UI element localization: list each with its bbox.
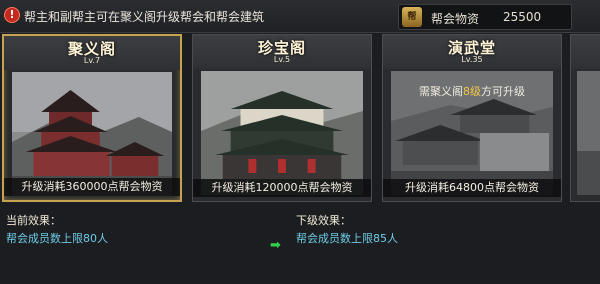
building-level: Lv.5	[273, 55, 291, 64]
next-effect-title: 下级效果：	[296, 214, 351, 227]
upgrade-cost: 升级消耗64800点帮会物资	[383, 179, 561, 197]
current-effect-text: 帮会成员数上限80人	[6, 232, 108, 245]
arrow-right-icon: ➡	[270, 238, 281, 253]
building-image: 需聚义阁8级方可升级	[391, 71, 553, 195]
exclamation-icon: !	[4, 7, 20, 23]
card-header: 聚义阁 Lv.7	[4, 36, 180, 70]
upgrade-cost: 升级消耗120000点帮会物资	[193, 179, 371, 197]
resource-display: 帮 帮会物资 25500	[398, 4, 572, 30]
upgrade-cost: 升级消耗360000点帮会物资	[4, 178, 180, 196]
guild-supply-icon: 帮	[402, 7, 422, 27]
building-card-partial[interactable]	[570, 34, 600, 202]
building-level: Lv.7	[83, 56, 101, 65]
building-card-yanwutang[interactable]: 演武堂 Lv.35 需聚义阁8级方可升级 升级消耗64800点帮会物资	[382, 34, 562, 202]
building-card-zhenbaoge[interactable]: 珍宝阁 Lv.5 升级消耗120000点帮会物资	[192, 34, 372, 202]
card-header: 演武堂 Lv.35	[383, 35, 561, 69]
card-header: 珍宝阁 Lv.5	[193, 35, 371, 69]
building-image	[577, 71, 600, 195]
building-level: Lv.35	[461, 55, 483, 64]
resource-label: 帮会物资	[431, 12, 480, 26]
current-effect-title: 当前效果：	[6, 214, 61, 227]
building-card-juyige[interactable]: 聚义阁 Lv.7 升级消耗360000点帮会物资	[2, 34, 182, 202]
notice-text: 帮主和副帮主可在聚义阁升级帮会和帮会建筑	[24, 10, 265, 24]
building-image	[201, 71, 363, 195]
next-effect-text: 帮会成员数上限85人	[296, 232, 398, 245]
resource-value: 25500	[503, 10, 542, 24]
unlock-requirement: 需聚义阁8级方可升级	[419, 85, 525, 98]
card-header	[571, 35, 600, 69]
top-bar: ! 帮主和副帮主可在聚义阁升级帮会和帮会建筑 帮 帮会物资 25500	[0, 0, 600, 33]
